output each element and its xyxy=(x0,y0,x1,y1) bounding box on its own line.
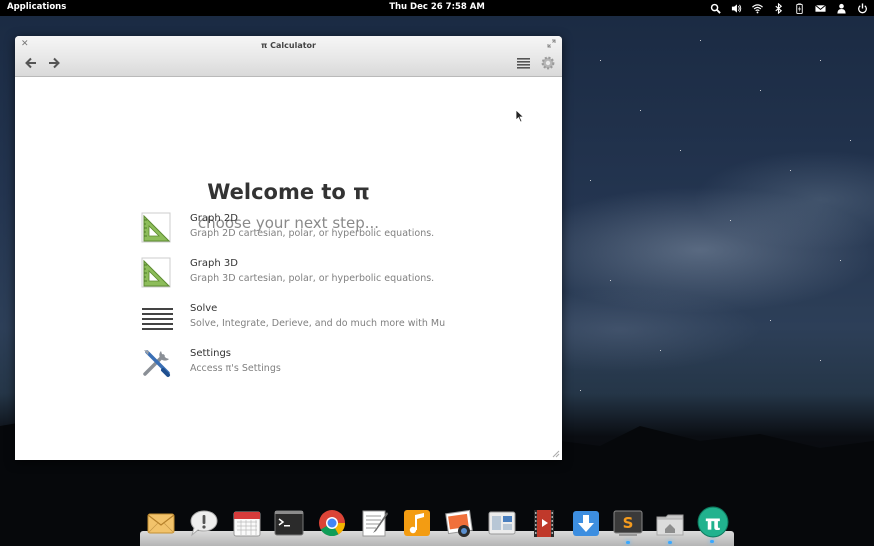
welcome-page: Welcome to π choose your next step... Gr… xyxy=(15,77,562,460)
running-indicator xyxy=(668,541,672,544)
resize-grip-icon[interactable] xyxy=(552,450,560,458)
clock-label[interactable]: Thu Dec 26 7:58 AM xyxy=(389,2,485,12)
tools-icon xyxy=(143,350,170,377)
indicator-area xyxy=(709,1,868,15)
option-description: Graph 3D cartesian, polar, or hyperbolic… xyxy=(190,273,435,284)
notifications-app-icon[interactable] xyxy=(189,508,219,540)
user-icon[interactable] xyxy=(835,2,847,14)
calendar-app-icon[interactable] xyxy=(232,508,262,540)
set-square-icon xyxy=(141,212,171,243)
list-menu-icon[interactable] xyxy=(517,57,530,69)
option-title: Graph 3D xyxy=(190,258,238,269)
battery-icon[interactable] xyxy=(793,2,805,14)
files-app-icon[interactable] xyxy=(655,508,685,544)
videos-app-icon[interactable] xyxy=(529,508,559,540)
settings-option[interactable]: Settings Access π's Settings xyxy=(141,347,481,381)
welcome-heading: Welcome to π xyxy=(207,180,370,204)
option-title: Graph 2D xyxy=(190,213,238,224)
wifi-icon[interactable] xyxy=(751,2,763,14)
volume-icon[interactable] xyxy=(730,2,742,14)
option-description: Access π's Settings xyxy=(190,363,281,374)
option-title: Solve xyxy=(190,303,218,314)
back-arrow-icon[interactable] xyxy=(24,56,38,70)
photos-app-icon[interactable] xyxy=(444,508,474,540)
gear-icon[interactable] xyxy=(540,55,556,71)
text-editor-app-icon[interactable] xyxy=(360,508,390,540)
maximize-icon[interactable] xyxy=(547,39,556,48)
search-icon[interactable] xyxy=(709,2,721,14)
pi-calculator-window: ✕ π Calculator Welcome to π choose your … xyxy=(15,36,562,460)
terminal-app-icon[interactable] xyxy=(274,508,304,540)
set-square-icon xyxy=(141,257,171,288)
forward-arrow-icon[interactable] xyxy=(47,56,61,70)
applications-menu-button[interactable]: Applications xyxy=(7,2,66,12)
option-description: Graph 2D cartesian, polar, or hyperbolic… xyxy=(190,228,435,239)
pi-calculator-app-icon[interactable]: π xyxy=(697,506,729,543)
top-panel: Applications Thu Dec 26 7:58 AM xyxy=(0,0,874,16)
mail-app-icon[interactable] xyxy=(146,508,176,540)
option-title: Settings xyxy=(190,348,232,359)
running-indicator xyxy=(710,540,714,543)
mail-icon[interactable] xyxy=(814,2,826,14)
mouse-pointer-icon xyxy=(515,109,525,123)
dock-background xyxy=(140,531,734,546)
power-icon[interactable] xyxy=(856,2,868,14)
solve-option[interactable]: Solve Solve, Integrate, Derieve, and do … xyxy=(141,302,481,336)
pi-glyph: π xyxy=(705,510,721,534)
window-titlebar[interactable]: ✕ π Calculator xyxy=(15,36,562,77)
switchboard-app-icon[interactable] xyxy=(487,508,517,540)
running-indicator xyxy=(626,541,630,544)
download-app-icon[interactable] xyxy=(571,508,601,540)
bluetooth-icon[interactable] xyxy=(772,2,784,14)
window-title: π Calculator xyxy=(261,41,316,50)
graph-2d-option[interactable]: Graph 2D Graph 2D cartesian, polar, or h… xyxy=(141,212,481,246)
lines-icon xyxy=(142,308,173,330)
option-description: Solve, Integrate, Derieve, and do much m… xyxy=(190,318,446,329)
chrome-app-icon[interactable] xyxy=(317,508,347,540)
sublime-glyph: S xyxy=(623,514,634,532)
graph-3d-option[interactable]: Graph 3D Graph 3D cartesian, polar, or h… xyxy=(141,257,481,291)
sublime-text-app-icon[interactable]: S xyxy=(613,508,643,544)
music-app-icon[interactable] xyxy=(402,508,432,540)
